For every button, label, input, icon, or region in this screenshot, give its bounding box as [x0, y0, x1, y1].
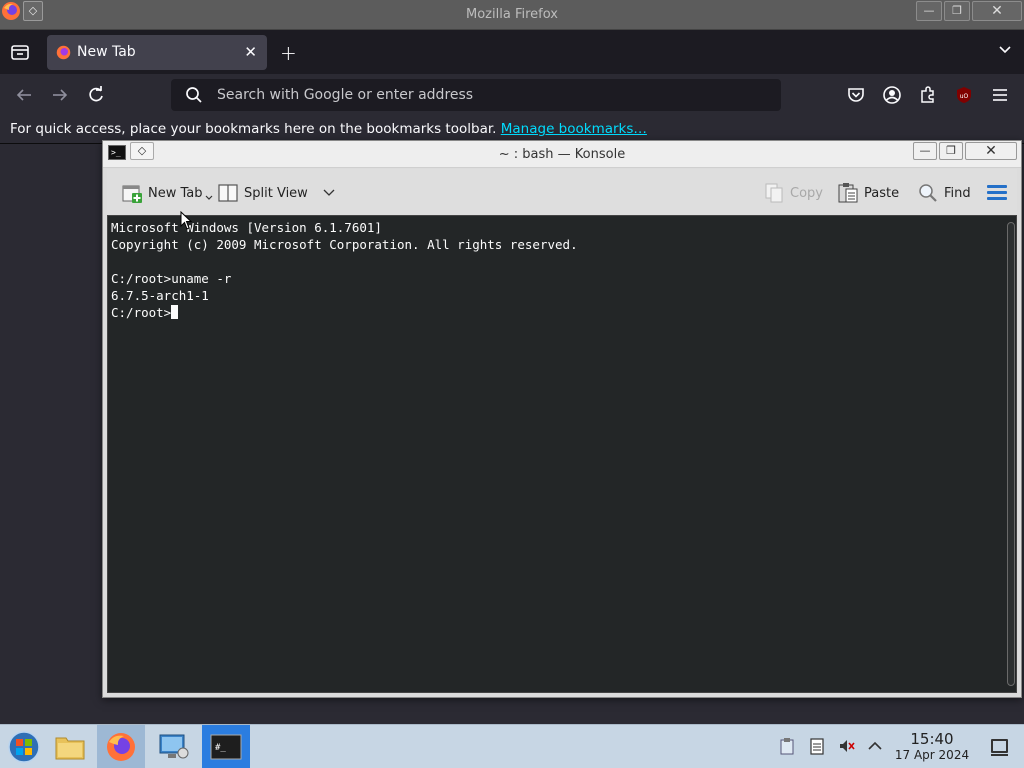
manage-bookmarks-link[interactable]: Manage bookmarks… [501, 121, 647, 137]
maximize-button[interactable]: ❐ [944, 1, 970, 21]
menu-icon[interactable] [990, 85, 1010, 105]
close-button[interactable]: ✕ [965, 142, 1017, 160]
split-view-button[interactable]: Split View [217, 181, 335, 205]
chevron-down-icon [205, 195, 212, 200]
terminal-area[interactable]: Microsoft Windows [Version 6.1.7601] Cop… [107, 215, 1017, 693]
terminal-line: C:/root>uname -r [111, 271, 232, 286]
terminal-cursor [171, 305, 179, 319]
terminal-prompt: C:/root> [111, 305, 172, 320]
terminal-icon: #_ [210, 734, 242, 760]
terminal-line: 6.7.5-arch1-1 [111, 288, 209, 303]
hamburger-menu-icon[interactable] [987, 185, 1007, 201]
close-button[interactable]: ✕ [972, 1, 1022, 21]
firefox-view-icon[interactable] [10, 42, 30, 62]
account-icon[interactable] [882, 85, 902, 105]
firefox-tabbar: New Tab ✕ + [0, 30, 1024, 74]
tab-new-tab[interactable]: New Tab ✕ [47, 35, 267, 70]
find-button[interactable]: Find [917, 181, 971, 205]
terminal-output: Microsoft Windows [Version 6.1.7601] Cop… [111, 219, 578, 321]
show-desktop-icon[interactable] [991, 739, 1008, 756]
tray-expander-icon[interactable] [866, 737, 884, 755]
paste-icon [838, 183, 858, 203]
firefox-titlebar: ◇ Mozilla Firefox — ❐ ✕ [0, 0, 1024, 30]
url-input[interactable] [217, 79, 757, 111]
terminal-scrollbar[interactable] [1007, 222, 1015, 686]
tab-title: New Tab [77, 44, 136, 60]
clock-date: 17 Apr 2024 [894, 748, 970, 762]
konsole-window: >_ ◇ ~ : bash — Konsole — ❐ ✕ New Tab Sp… [102, 140, 1022, 698]
find-label: Find [944, 185, 971, 201]
list-all-tabs-icon[interactable] [998, 43, 1012, 57]
new-tab-button[interactable]: + [280, 41, 297, 65]
ublock-origin-icon[interactable]: uO [954, 85, 974, 105]
copy-label: Copy [790, 185, 823, 201]
konsole-toolbar: New Tab Split View Copy Paste Find [107, 169, 1017, 215]
copy-button[interactable]: Copy [763, 181, 823, 205]
new-tab-label: New Tab [148, 185, 203, 201]
extensions-icon[interactable] [918, 85, 938, 105]
start-menu-button[interactable] [0, 725, 48, 768]
split-view-label: Split View [244, 185, 308, 201]
minimize-button[interactable]: — [916, 1, 942, 21]
split-view-icon [218, 184, 238, 202]
find-icon [919, 184, 937, 202]
start-orb-icon [8, 731, 40, 763]
taskbar-konsole[interactable]: #_ [202, 725, 250, 768]
chevron-down-icon[interactable] [323, 188, 335, 198]
folder-icon [55, 737, 85, 760]
mouse-cursor-icon [180, 211, 192, 230]
firefox-window-title: Mozilla Firefox [466, 7, 558, 22]
terminal-line: Microsoft Windows [Version 6.1.7601] [111, 220, 382, 235]
firefox-icon [107, 733, 135, 761]
paste-label: Paste [864, 185, 900, 201]
taskbar-firefox[interactable] [97, 725, 145, 768]
maximize-button[interactable]: ❐ [939, 142, 963, 160]
clock-time: 15:40 [910, 730, 954, 748]
back-icon[interactable] [14, 85, 34, 105]
address-bar[interactable] [171, 79, 781, 111]
taskbar-file-manager[interactable] [46, 725, 94, 768]
taskbar-system-settings[interactable] [150, 725, 198, 768]
konsole-window-title: ~ : bash — Konsole [498, 147, 626, 162]
pocket-icon[interactable] [846, 85, 866, 105]
reload-icon[interactable] [86, 85, 106, 105]
new-tab-button[interactable]: New Tab [121, 181, 213, 205]
svg-text:#_: #_ [215, 743, 226, 753]
navigation-toolbar: uO [0, 74, 1024, 116]
clipboard-tray-icon[interactable] [778, 737, 796, 755]
taskbar: #_ 15:40 17 Apr 2024 [0, 724, 1024, 768]
terminal-line: Copyright (c) 2009 Microsoft Corporation… [111, 237, 578, 252]
bookmarks-hint: For quick access, place your bookmarks h… [10, 121, 497, 137]
taskbar-clock[interactable]: 15:40 17 Apr 2024 [890, 731, 974, 763]
firefox-favicon-icon [56, 45, 71, 60]
svg-text:uO: uO [960, 93, 969, 100]
volume-muted-icon[interactable] [838, 737, 856, 755]
computer-settings-icon [159, 734, 189, 759]
notes-tray-icon[interactable] [808, 737, 826, 755]
close-tab-icon[interactable]: ✕ [244, 43, 257, 61]
copy-icon [765, 183, 783, 203]
new-tab-icon [122, 185, 142, 203]
search-icon [186, 87, 202, 103]
konsole-titlebar: >_ ◇ ~ : bash — Konsole — ❐ ✕ [103, 141, 1021, 168]
paste-button[interactable]: Paste [837, 181, 899, 205]
forward-icon[interactable] [50, 85, 70, 105]
minimize-button[interactable]: — [913, 142, 937, 160]
